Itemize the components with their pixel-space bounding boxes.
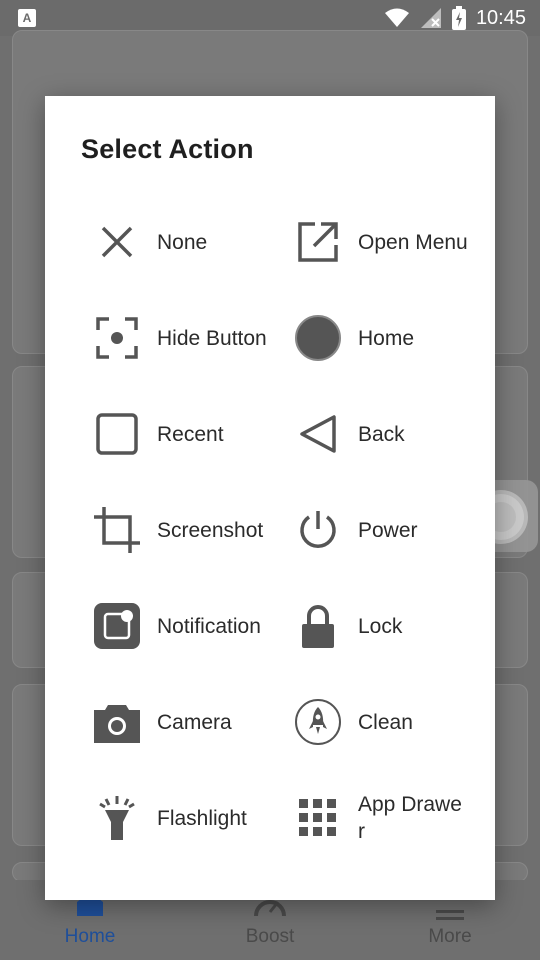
action-power[interactable]: Power [292,482,492,578]
action-home[interactable]: Home [292,290,492,386]
dialog-title: Select Action [81,134,254,164]
app-grid-icon [292,792,344,844]
select-action-dialog: Select Action None Open Menu Hide Button… [45,96,495,900]
action-label: Camera [157,710,232,734]
focus-icon [91,312,143,364]
action-clean[interactable]: Clean [292,674,492,770]
action-label: Power [358,518,418,542]
action-notification[interactable]: Notification [91,578,291,674]
action-flashlight[interactable]: Flashlight [91,770,291,866]
crop-icon [91,504,143,556]
back-triangle-icon [292,408,344,460]
nav-more-label: More [428,926,472,947]
action-label: None [157,230,208,254]
nav-home-label: Home [64,926,116,947]
notification-app-icon: A [18,9,36,27]
action-label: Clean [358,710,413,734]
action-none[interactable]: None [91,194,291,290]
clock: 10:45 [475,6,526,29]
action-app-drawer[interactable]: App Drawer [292,770,492,866]
signal-off-icon [420,8,441,28]
action-label: Open Menu [358,230,468,254]
recent-square-icon [91,408,143,460]
lock-icon [292,600,344,652]
action-camera[interactable]: Camera [91,674,291,770]
action-back[interactable]: Back [292,386,492,482]
action-lock[interactable]: Lock [292,578,492,674]
wifi-icon [384,8,409,27]
action-label: Notification [157,614,261,638]
action-screenshot[interactable]: Screenshot [91,482,291,578]
action-label: Lock [358,614,403,638]
flashlight-icon [91,792,143,844]
close-icon [91,216,143,268]
action-label: Flashlight [157,806,247,830]
home-circle-icon [292,312,344,364]
notification-icon [91,600,143,652]
action-label: Hide Button [157,326,267,350]
battery-icon [451,6,466,30]
action-label: App Drawer [358,793,462,843]
action-label: Recent [157,422,224,446]
camera-icon [91,696,143,748]
nav-boost-label: Boost [245,926,295,947]
action-label: Back [358,422,405,446]
action-label: Screenshot [157,518,264,542]
action-recent[interactable]: Recent [91,386,291,482]
action-hide-button[interactable]: Hide Button [91,290,291,386]
rocket-icon [292,696,344,748]
power-icon [292,504,344,556]
status-icons: 10:45 [384,4,526,32]
action-open-menu[interactable]: Open Menu [292,194,492,290]
action-label: Home [358,326,415,350]
open-in-new-icon [292,216,344,268]
